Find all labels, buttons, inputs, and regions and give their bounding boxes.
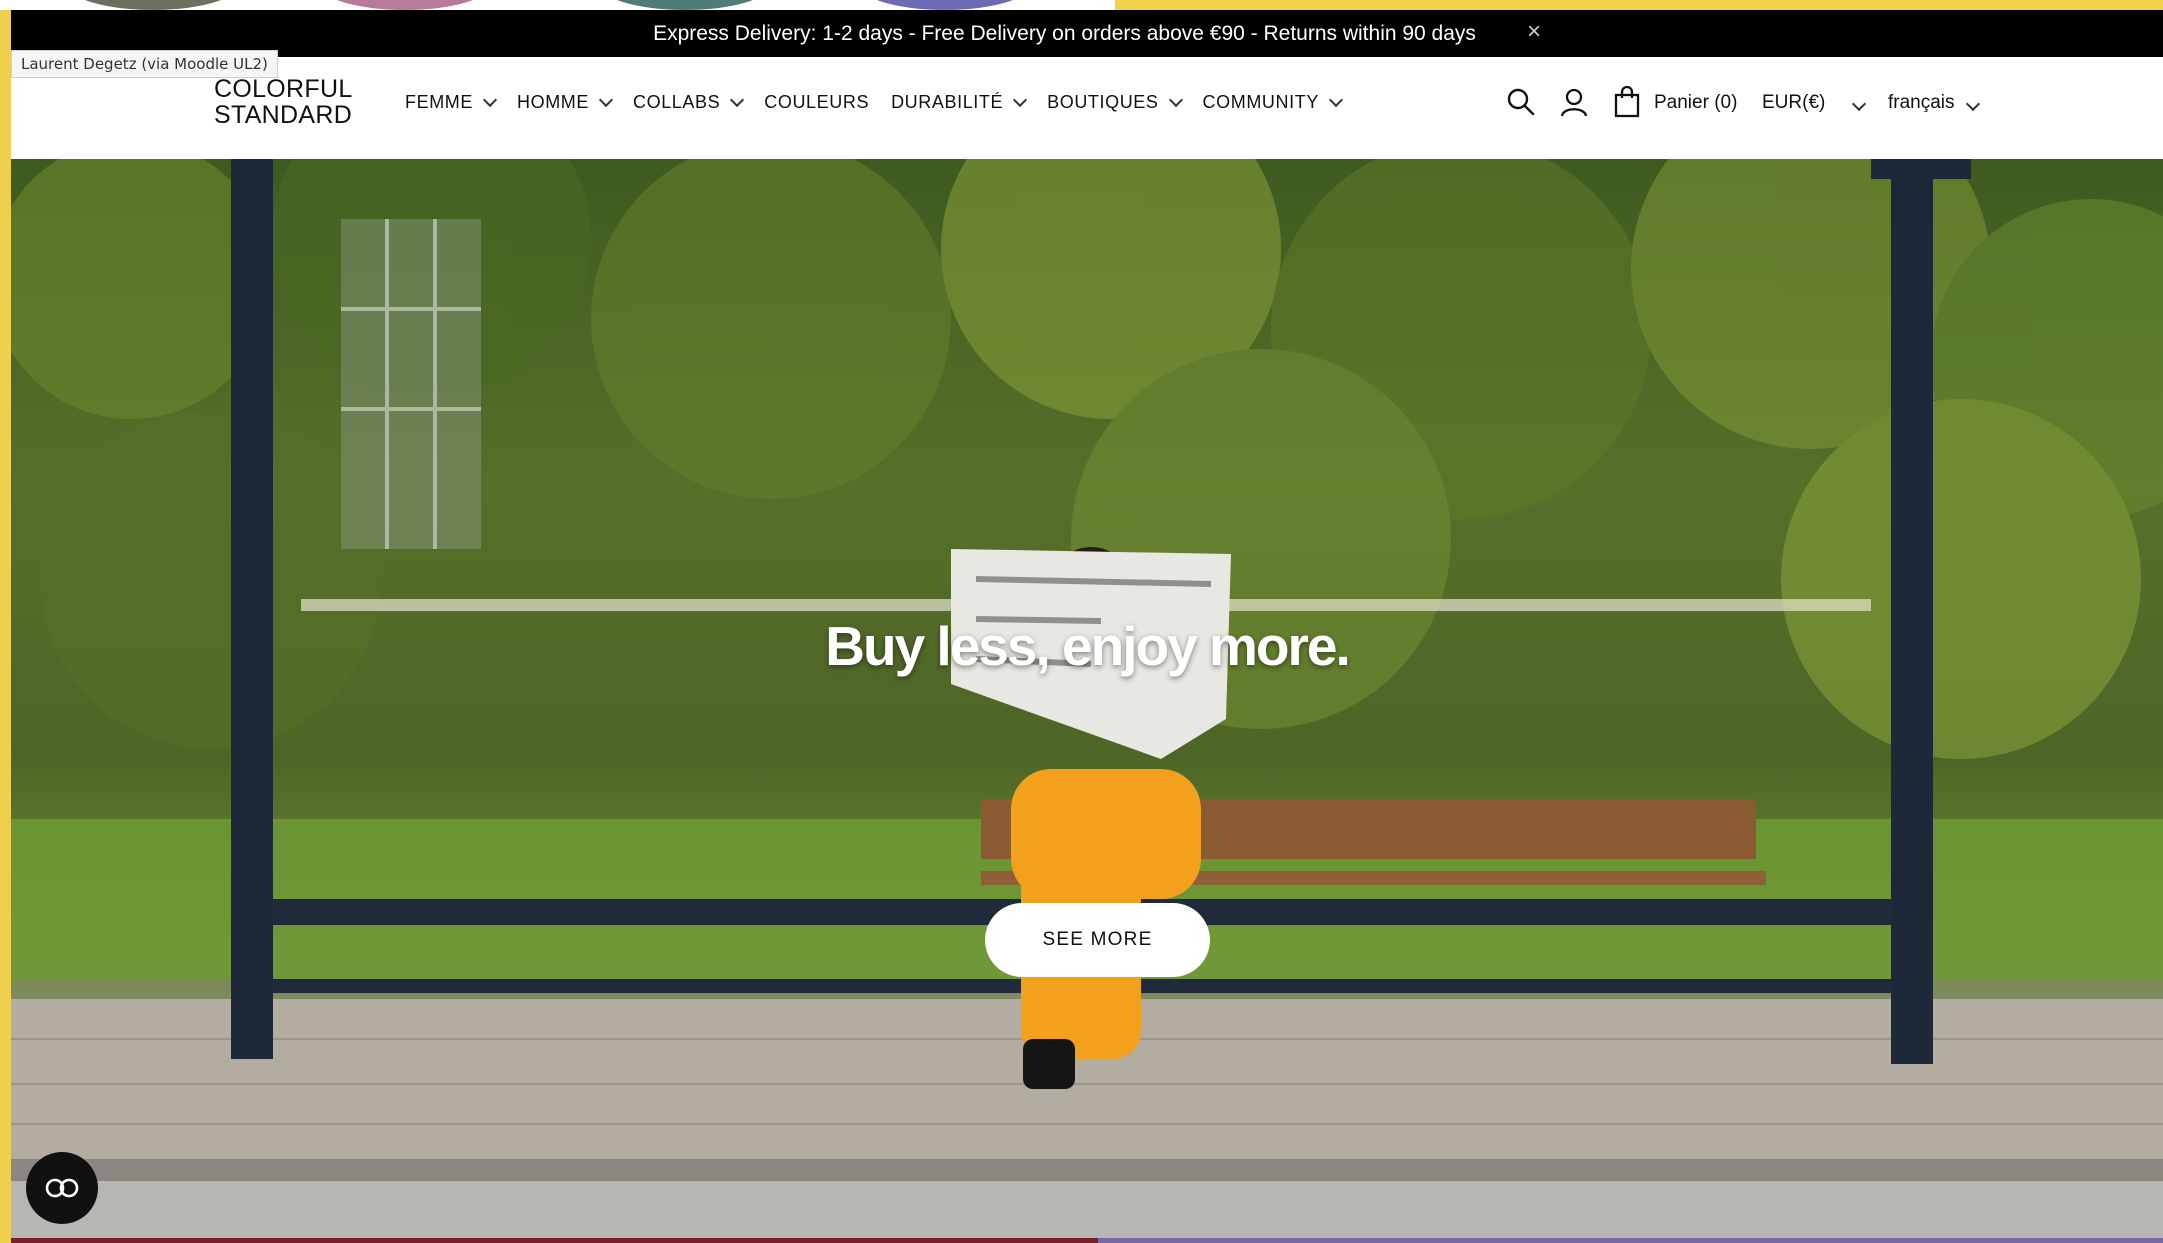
announcement-bar: Express Delivery: 1-2 days - Free Delive… xyxy=(11,10,2163,57)
brand-logo[interactable]: COLORFUL STANDARD xyxy=(214,76,353,128)
page: Express Delivery: 1-2 days - Free Delive… xyxy=(11,10,2163,1243)
nav-item-label: COLLABS xyxy=(633,92,721,112)
nav-item-homme[interactable]: HOMME xyxy=(517,92,614,113)
nav-item-label: FEMME xyxy=(405,92,473,112)
currency-chevron-down-icon[interactable] xyxy=(1851,96,1867,114)
nav-item-durabilite[interactable]: DURABILITÉ xyxy=(891,92,1028,113)
nav-item-couleurs[interactable]: COULEURS xyxy=(764,92,869,113)
nav-item-community[interactable]: COMMUNITY xyxy=(1202,92,1343,113)
hero-image xyxy=(11,159,2163,1243)
chevron-down-icon xyxy=(598,92,614,108)
nav-item-label: COMMUNITY xyxy=(1202,92,1319,112)
bottom-color-band-right xyxy=(1098,1238,2163,1243)
nav-item-boutiques[interactable]: BOUTIQUES xyxy=(1047,92,1183,113)
chevron-down-icon xyxy=(482,92,498,108)
chevron-down-icon xyxy=(1013,92,1028,108)
hero-headline: Buy less, enjoy more. xyxy=(825,615,1351,677)
announcement-close-button[interactable]: × xyxy=(1527,18,1541,46)
swatch-teal xyxy=(600,0,770,10)
window-frame-left xyxy=(0,0,11,1243)
accessibility-toggle-button[interactable] xyxy=(26,1152,98,1224)
chevron-down-icon xyxy=(730,92,745,108)
announcement-text: Express Delivery: 1-2 days - Free Delive… xyxy=(653,21,1476,45)
nav-item-label: COULEURS xyxy=(764,92,870,112)
nav-item-label: HOMME xyxy=(517,92,589,112)
nav-item-femme[interactable]: FEMME xyxy=(405,92,498,113)
nav-item-label: BOUTIQUES xyxy=(1047,92,1159,112)
site-header: COLORFUL STANDARD FEMME HOMME COLLABS CO… xyxy=(11,57,2163,159)
see-more-button[interactable]: SEE MORE xyxy=(985,903,1210,977)
chevron-down-icon xyxy=(1328,92,1343,108)
chevron-down-icon xyxy=(1168,92,1183,108)
swatch-pink xyxy=(320,0,490,10)
swatch-olive xyxy=(68,0,238,10)
currency-selector[interactable]: EUR(€) xyxy=(1762,92,1825,114)
brand-line-2: STANDARD xyxy=(214,101,353,129)
profile-tooltip: Laurent Degetz (via Moodle UL2) xyxy=(11,50,278,78)
cart-link[interactable]: Panier (0) xyxy=(1654,92,1737,114)
hero-banner: Buy less, enjoy more. SEE MORE xyxy=(11,159,2163,1243)
top-color-swatches xyxy=(0,0,1115,10)
bag-icon[interactable] xyxy=(1613,85,1641,123)
account-icon[interactable] xyxy=(1559,87,1589,122)
nav-item-collabs[interactable]: COLLABS xyxy=(633,92,745,113)
bottom-color-band-left xyxy=(11,1238,1098,1243)
nav-item-label: DURABILITÉ xyxy=(891,92,1004,112)
language-selector[interactable]: français xyxy=(1888,92,1955,114)
main-nav: FEMME HOMME COLLABS COULEURS DURABILITÉ … xyxy=(405,92,1363,113)
search-icon[interactable] xyxy=(1506,87,1536,122)
accessibility-icon xyxy=(45,1178,79,1198)
language-chevron-down-icon[interactable] xyxy=(1965,96,1981,114)
swatch-purple xyxy=(860,0,1030,10)
brand-line-1: COLORFUL xyxy=(214,75,353,103)
